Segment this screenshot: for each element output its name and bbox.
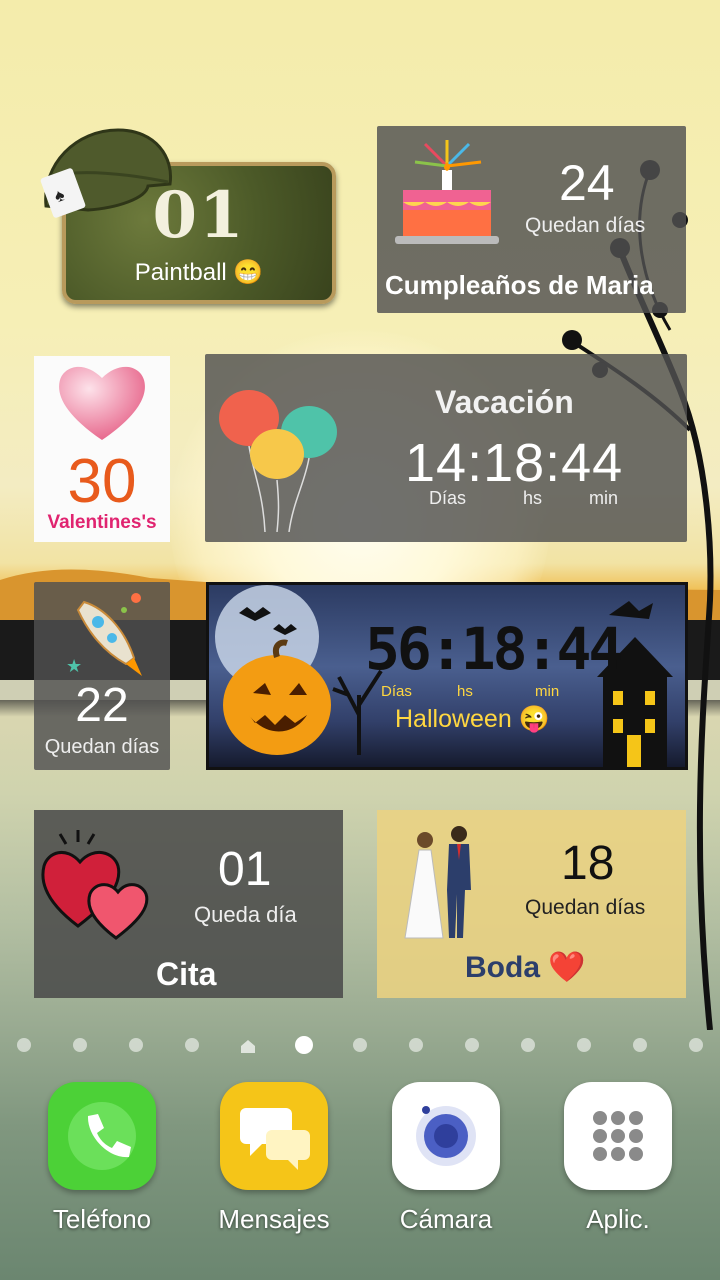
rocket-sub: Quedan días <box>44 736 160 758</box>
page-dot[interactable] <box>17 1038 31 1052</box>
dock-mensajes[interactable]: Mensajes <box>204 1082 344 1235</box>
vacacion-time: 14:18:44 <box>405 433 624 493</box>
page-dot[interactable] <box>577 1038 591 1052</box>
page-dot[interactable] <box>73 1038 87 1052</box>
cumpleanos-sub: Quedan días <box>525 214 646 237</box>
page-dot-active[interactable] <box>295 1036 313 1054</box>
helmet-icon: ♠ <box>40 128 173 218</box>
cumpleanos-count: 24 <box>559 155 615 211</box>
vacacion-title: Vacación <box>435 384 574 420</box>
page-indicator[interactable] <box>0 1034 720 1058</box>
dock-label: Teléfono <box>52 1204 152 1234</box>
page-dot[interactable] <box>409 1038 423 1052</box>
hearts-icon <box>41 830 149 940</box>
boda-count: 18 <box>561 837 615 890</box>
widget-rocket[interactable]: ★ 22 Quedan días <box>34 582 170 770</box>
rocket-icon: ★ <box>66 593 142 676</box>
cita-sub: Queda día <box>194 902 297 927</box>
heart-icon <box>59 366 145 440</box>
halloween-time: 56:18:44 <box>365 615 623 683</box>
wedding-couple-icon <box>404 826 471 939</box>
halloween-unit-hours: hs <box>457 683 473 700</box>
paintball-label: Paintball 😁 <box>134 259 264 286</box>
vacacion-unit-days: Días <box>429 488 467 508</box>
apps-grid-icon[interactable] <box>564 1082 672 1190</box>
halloween-unit-minutes: min <box>535 683 560 700</box>
rocket-count: 22 <box>75 679 129 732</box>
messages-icon[interactable] <box>220 1082 328 1190</box>
widget-halloween[interactable]: 56:18:44 Días hs min Halloween 😜 <box>206 582 688 770</box>
dock-aplic[interactable]: Aplic. <box>548 1082 688 1235</box>
cita-label: Cita <box>156 956 217 992</box>
page-dot[interactable] <box>521 1038 535 1052</box>
dock-camara[interactable]: Cámara <box>376 1082 516 1235</box>
dock-label: Mensajes <box>218 1204 330 1234</box>
widget-cita[interactable]: 01 Queda día Cita <box>34 810 343 998</box>
page-dot[interactable] <box>633 1038 647 1052</box>
boda-label: Boda ❤️ <box>465 951 586 984</box>
widget-boda[interactable]: 18 Quedan días Boda ❤️ <box>377 810 686 998</box>
page-dot[interactable] <box>353 1038 367 1052</box>
halloween-unit-days: Días <box>381 683 412 700</box>
widget-valentines[interactable]: 30 Valentines's <box>34 356 170 542</box>
svg-text:★: ★ <box>66 656 82 676</box>
cita-count: 01 <box>218 843 272 896</box>
widget-vacacion[interactable]: Vacación 14:18:44 Días hs min <box>205 354 687 542</box>
vacacion-unit-minutes: min <box>589 488 619 508</box>
page-dot[interactable] <box>129 1038 143 1052</box>
boda-sub: Quedan días <box>525 896 646 919</box>
dock-label: Cámara <box>399 1204 493 1234</box>
valentines-count: 30 <box>67 447 137 516</box>
vacacion-unit-hours: hs <box>523 488 543 508</box>
page-dot[interactable] <box>465 1038 479 1052</box>
dock-telefono[interactable]: Teléfono <box>32 1082 172 1235</box>
phone-icon[interactable] <box>48 1082 156 1190</box>
balloons-icon <box>219 390 337 532</box>
home-page-icon[interactable] <box>240 1038 255 1053</box>
camera-icon[interactable] <box>392 1082 500 1190</box>
halloween-label: Halloween 😜 <box>395 705 550 733</box>
page-dot[interactable] <box>689 1038 703 1052</box>
page-dot[interactable] <box>185 1038 199 1052</box>
dock-label: Aplic. <box>586 1204 650 1234</box>
widget-cumpleanos[interactable]: 24 Quedan días Cumpleaños de Maria <box>377 126 686 313</box>
cake-icon <box>395 140 499 244</box>
cumpleanos-label: Cumpleaños de Maria <box>385 270 654 300</box>
valentines-label: Valentines's <box>47 512 157 533</box>
